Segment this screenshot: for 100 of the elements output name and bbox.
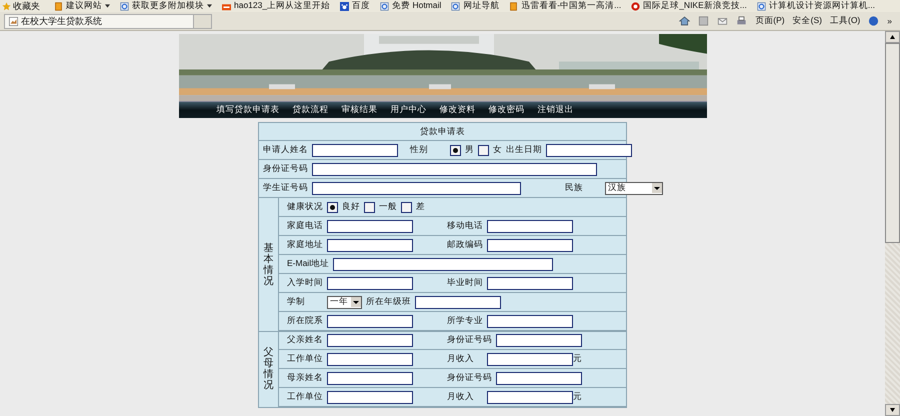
input-field[interactable]: [487, 220, 573, 232]
favorite-link[interactable]: 获取更多附加模块: [120, 0, 212, 12]
page-icon: [54, 2, 63, 10]
field-label: 移动电话: [447, 220, 483, 232]
favorite-link[interactable]: 百度: [340, 0, 370, 12]
field-label: E-Mail地址: [287, 258, 330, 270]
caret-icon[interactable]: [105, 4, 110, 8]
dropdown[interactable]: 一年: [327, 296, 362, 308]
page-icon: [509, 2, 518, 10]
section-label: 父母情况: [264, 347, 274, 391]
input-field[interactable]: [327, 352, 413, 366]
unit-label: 元: [573, 391, 582, 403]
nav-link[interactable]: 用户中心: [390, 104, 426, 116]
home-icon[interactable]: [679, 16, 690, 26]
more-button[interactable]: »: [887, 16, 892, 26]
field-label: 出生日期: [506, 144, 542, 156]
mail-icon[interactable]: [717, 16, 728, 26]
caret-icon[interactable]: [351, 297, 361, 307]
field-label: 健康状况: [287, 201, 323, 213]
radio-label: 男: [465, 144, 474, 156]
eye-icon: [631, 2, 640, 10]
input-field[interactable]: [312, 144, 398, 156]
field-label: 身份证号码: [447, 334, 492, 346]
favorite-link[interactable]: 国际足球_NIKE新浪竞技...: [631, 0, 747, 12]
browser-tab[interactable]: 在校大学生贷款系统: [4, 14, 194, 28]
help-icon[interactable]: [868, 16, 880, 26]
field-label: 性别: [410, 144, 429, 156]
scroll-up-icon[interactable]: [885, 31, 900, 43]
star-icon: [2, 2, 11, 10]
favorite-link[interactable]: 网址导航: [451, 0, 500, 12]
favorite-link[interactable]: 建议网站: [54, 0, 110, 12]
browser-icon: [120, 2, 129, 10]
field-label: 母亲姓名: [287, 372, 323, 384]
input-field[interactable]: [487, 390, 573, 404]
field-label: 家庭电话: [287, 220, 323, 232]
caret-icon[interactable]: [652, 183, 662, 193]
field-label: 毕业时间: [447, 277, 483, 289]
radio-label: 良好: [342, 201, 360, 213]
favorite-link[interactable]: 计算机设计资源网计算机...: [756, 0, 875, 12]
scroll-down-icon[interactable]: [885, 404, 900, 416]
field-label: 身份证号码: [263, 163, 308, 175]
input-field[interactable]: [415, 296, 501, 308]
nav-link[interactable]: 审核结果: [342, 104, 378, 116]
section-label: 基本情况: [264, 242, 274, 286]
radio-button[interactable]: [364, 202, 375, 212]
form-title: 贷款申请表: [259, 123, 626, 141]
input-field[interactable]: [546, 144, 632, 156]
input-field[interactable]: [496, 334, 582, 346]
browser-icon: [451, 2, 460, 10]
favorite-link[interactable]: 免费 Hotmail: [380, 0, 442, 12]
field-label: 入学时间: [287, 277, 323, 289]
menu-button[interactable]: 页面(P): [755, 15, 785, 27]
input-field[interactable]: [327, 334, 413, 346]
radio-button[interactable]: [327, 202, 338, 212]
favorite-link[interactable]: hao123_上网从这里开始: [222, 0, 330, 12]
input-field[interactable]: [327, 372, 413, 384]
field-label: 申请人姓名: [263, 144, 308, 156]
radio-button[interactable]: [450, 144, 461, 156]
input-field[interactable]: [327, 276, 413, 290]
radio-label: 差: [416, 201, 425, 213]
page-icon: [9, 16, 18, 26]
input-field[interactable]: [487, 352, 573, 366]
nav-link[interactable]: 修改密码: [488, 104, 524, 116]
radio-button[interactable]: [401, 202, 412, 212]
field-label: 家庭地址: [287, 239, 323, 251]
nav-link[interactable]: 修改资料: [440, 104, 476, 116]
input-field[interactable]: [327, 220, 413, 232]
input-field[interactable]: [496, 372, 582, 384]
field-label: 所学专业: [447, 315, 483, 327]
menu-button[interactable]: 工具(O): [830, 15, 860, 27]
input-field[interactable]: [487, 314, 573, 328]
field-label: 月收入: [447, 391, 475, 403]
nav-link[interactable]: 填写贷款申请表: [216, 104, 280, 116]
input-field[interactable]: [333, 258, 554, 270]
nav-link[interactable]: 注销退出: [538, 104, 574, 116]
input-field[interactable]: [327, 390, 413, 404]
favorites-button[interactable]: 收藏夹: [2, 0, 40, 12]
favorite-link[interactable]: 迅雷看看-中国第一高清...: [509, 0, 622, 12]
field-label: 所在院系: [287, 315, 323, 327]
nav-link[interactable]: 贷款流程: [292, 104, 328, 116]
feed-icon[interactable]: [698, 16, 710, 26]
input-field[interactable]: [327, 238, 413, 252]
scrollbar[interactable]: [885, 31, 900, 416]
input-field[interactable]: [487, 276, 573, 290]
input-field[interactable]: [327, 314, 413, 328]
field-label: 邮政编码: [447, 239, 483, 251]
paw-icon: [340, 2, 350, 10]
field-label: 所在年级班: [366, 296, 411, 308]
field-label: 父亲姓名: [287, 334, 323, 346]
dropdown[interactable]: 汉族: [605, 182, 663, 194]
input-field[interactable]: [312, 182, 521, 194]
printer-icon[interactable]: [736, 16, 748, 26]
input-field[interactable]: [487, 238, 573, 252]
menu-button[interactable]: 安全(S): [792, 15, 822, 27]
input-field[interactable]: [312, 162, 597, 176]
field-label: 工作单位: [287, 353, 323, 365]
field-label: 身份证号码: [447, 372, 492, 384]
caret-icon[interactable]: [207, 4, 212, 8]
radio-label: 女: [493, 144, 502, 156]
radio-button[interactable]: [478, 144, 489, 156]
